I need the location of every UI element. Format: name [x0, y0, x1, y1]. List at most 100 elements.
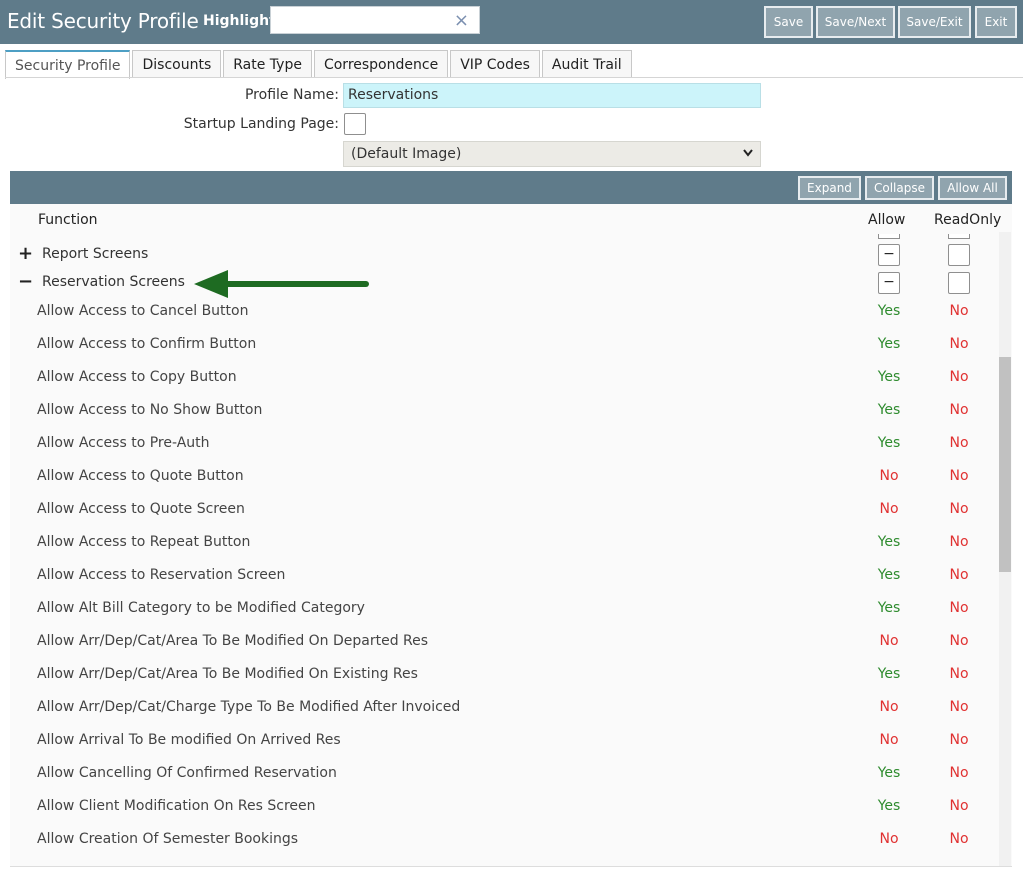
readonly-value[interactable]: No: [934, 534, 984, 550]
startup-landing-checkbox[interactable]: [344, 113, 366, 135]
save-button[interactable]: Save: [764, 6, 813, 38]
expand-button[interactable]: Expand: [798, 176, 861, 200]
function-label: Allow Client Modification On Res Screen: [37, 798, 316, 814]
readonly-value[interactable]: No: [934, 402, 984, 418]
clear-icon[interactable]: ×: [454, 11, 469, 31]
function-label: Allow Access to Pre-Auth: [37, 435, 210, 451]
allow-value[interactable]: Yes: [864, 798, 914, 814]
readonly-value[interactable]: No: [934, 666, 984, 682]
allow-value[interactable]: Yes: [864, 765, 914, 781]
readonly-checkbox[interactable]: [948, 272, 970, 294]
table-row: Allow Access to Cancel Button Yes No: [10, 296, 998, 329]
function-label: Allow Access to Copy Button: [37, 369, 237, 385]
readonly-value[interactable]: No: [934, 732, 984, 748]
expand-icon[interactable]: +: [18, 243, 33, 264]
readonly-value[interactable]: No: [934, 699, 984, 715]
group-label: Report Screens: [42, 246, 149, 262]
readonly-value[interactable]: No: [934, 468, 984, 484]
collapse-button[interactable]: Collapse: [865, 176, 934, 200]
allow-value[interactable]: Yes: [864, 303, 914, 319]
table-row: Allow Client Modification On Res Screen Y…: [10, 791, 998, 824]
partial-checkbox: [878, 234, 900, 239]
function-label: Allow Arrival To Be modified On Arrived …: [37, 732, 341, 748]
profile-name-input[interactable]: Reservations: [343, 83, 761, 108]
column-header-allow: Allow: [868, 212, 906, 228]
table-row: Allow Arr/Dep/Cat/Charge Type To Be Modi…: [10, 692, 998, 725]
tab-security-profile[interactable]: Security Profile: [5, 50, 131, 79]
readonly-value[interactable]: No: [934, 435, 984, 451]
allow-value[interactable]: Yes: [864, 600, 914, 616]
allow-value[interactable]: No: [864, 699, 914, 715]
tab-correspondence[interactable]: Correspondence: [313, 50, 449, 78]
allow-value[interactable]: Yes: [864, 534, 914, 550]
allow-value[interactable]: No: [864, 633, 914, 649]
collapse-icon[interactable]: −: [18, 271, 33, 292]
readonly-value[interactable]: No: [934, 798, 984, 814]
table-row: Allow Access to Pre-Auth Yes No: [10, 428, 998, 461]
group-row-report-screens: + Report Screens −: [10, 242, 998, 268]
allow-value[interactable]: Yes: [864, 336, 914, 352]
scrollbar-thumb[interactable]: [999, 357, 1011, 572]
allow-value[interactable]: Yes: [864, 567, 914, 583]
allow-value[interactable]: No: [864, 468, 914, 484]
table-row: Allow Access to Repeat Button Yes No: [10, 527, 998, 560]
allow-value[interactable]: Yes: [864, 369, 914, 385]
partial-checkbox: [948, 234, 970, 239]
function-label: Allow Alt Bill Category to be Modified C…: [37, 600, 365, 616]
save-exit-button[interactable]: Save/Exit: [898, 6, 971, 38]
readonly-value[interactable]: No: [934, 501, 984, 517]
readonly-value[interactable]: No: [934, 303, 984, 319]
permissions-grid: Function Allow ReadOnly + Report Screens…: [10, 204, 1012, 867]
table-row: Allow Access to Copy Button Yes No: [10, 362, 998, 395]
startup-landing-label: Startup Landing Page:: [183, 116, 339, 132]
allow-value[interactable]: Yes: [864, 666, 914, 682]
image-select[interactable]: (Default Image): [343, 141, 761, 167]
profile-name-label: Profile Name:: [244, 87, 339, 103]
readonly-value[interactable]: No: [934, 831, 984, 847]
allow-checkbox[interactable]: −: [878, 272, 900, 294]
allow-all-button[interactable]: Allow All: [938, 176, 1007, 200]
readonly-value[interactable]: No: [934, 567, 984, 583]
function-label: Allow Access to Quote Screen: [37, 501, 245, 517]
function-label: Allow Arr/Dep/Cat/Charge Type To Be Modi…: [37, 699, 461, 715]
group-label: Reservation Screens: [42, 274, 185, 290]
allow-value[interactable]: Yes: [864, 402, 914, 418]
table-row: Allow Access to Reservation Screen Yes No: [10, 560, 998, 593]
function-label: Allow Access to Repeat Button: [37, 534, 251, 550]
allow-value[interactable]: Yes: [864, 435, 914, 451]
readonly-checkbox[interactable]: [948, 244, 970, 266]
allow-value[interactable]: No: [864, 501, 914, 517]
column-header-function: Function: [38, 212, 98, 228]
function-label: Allow Arr/Dep/Cat/Area To Be Modified On…: [37, 633, 429, 649]
tab-strip: Security Profile Discounts Rate Type Cor…: [5, 50, 634, 79]
allow-value[interactable]: No: [864, 831, 914, 847]
column-header-readonly: ReadOnly: [934, 212, 1002, 228]
permissions-toolbar: Expand Collapse Allow All: [10, 171, 1012, 204]
table-row: Allow Access to Quote Button No No: [10, 461, 998, 494]
allow-value[interactable]: No: [864, 732, 914, 748]
group-row-reservation-screens: − Reservation Screens −: [10, 270, 998, 296]
table-row: Allow Arr/Dep/Cat/Area To Be Modified On…: [10, 626, 998, 659]
scrollbar[interactable]: [999, 232, 1011, 866]
annotation-arrow-icon: [194, 270, 369, 298]
highlight-input[interactable]: ×: [270, 6, 480, 34]
header-bar: Edit Security Profile Highlight: × Save …: [0, 0, 1023, 44]
readonly-value[interactable]: No: [934, 600, 984, 616]
table-row: Allow Access to Quote Screen No No: [10, 494, 998, 527]
save-next-button[interactable]: Save/Next: [816, 6, 895, 38]
exit-button[interactable]: Exit: [975, 6, 1017, 38]
readonly-value[interactable]: No: [934, 369, 984, 385]
readonly-value[interactable]: No: [934, 765, 984, 781]
tab-audit-trail[interactable]: Audit Trail: [541, 50, 632, 78]
tab-divider: [5, 77, 1023, 78]
function-label: Allow Access to Cancel Button: [37, 303, 249, 319]
allow-checkbox[interactable]: −: [878, 244, 900, 266]
readonly-value[interactable]: No: [934, 336, 984, 352]
function-label: Allow Access to Confirm Button: [37, 336, 257, 352]
tab-discounts[interactable]: Discounts: [132, 50, 222, 78]
tab-rate-type[interactable]: Rate Type: [223, 50, 312, 78]
function-label: Allow Arr/Dep/Cat/Area To Be Modified On…: [37, 666, 418, 682]
tab-vip-codes[interactable]: VIP Codes: [450, 50, 540, 78]
page-title: Edit Security Profile: [7, 9, 199, 33]
readonly-value[interactable]: No: [934, 633, 984, 649]
